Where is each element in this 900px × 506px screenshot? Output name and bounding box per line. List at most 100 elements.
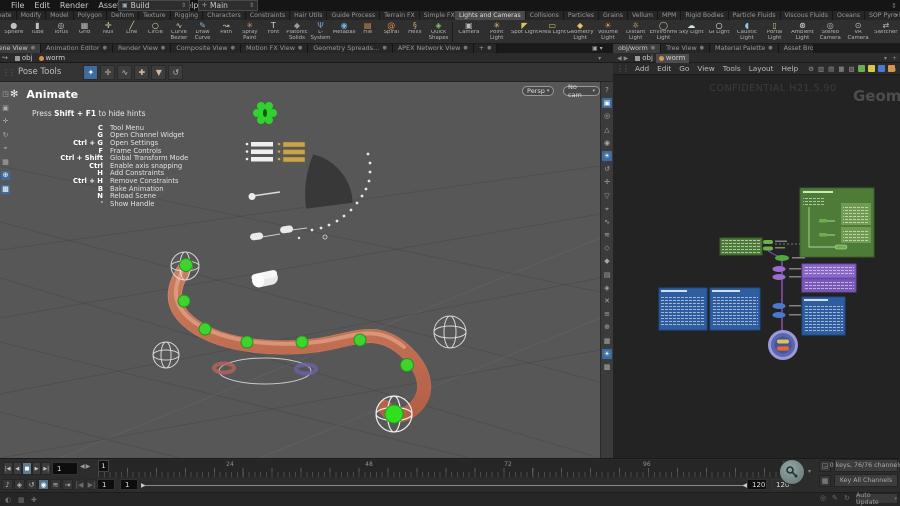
shelf-tool[interactable]: ▯ Portal Light [761,20,789,44]
shelf-tool[interactable]: ○ GI Light [705,20,733,44]
shelf-tool[interactable]: ▮ Tube [26,20,50,44]
shelf-tool[interactable]: ◯ Environment Light [650,20,678,44]
shelf-tool[interactable]: ▣ Camera [455,20,483,44]
breadcrumb-root[interactable]: obj [632,54,656,63]
sticky-note-purple[interactable] [802,264,856,292]
sticky-note-blue-3[interactable] [802,297,845,335]
shelf-tab[interactable]: Hair Utils [290,11,327,20]
viewport-tool-icon[interactable]: ▣ [1,104,10,113]
sticky-note-blue-2[interactable] [710,288,760,330]
shelf-tool[interactable]: ✎ Draw Curve [191,20,215,44]
sticky-note-green-small[interactable] [720,238,762,255]
viewport-tool-icon[interactable]: ⊕ [1,171,10,180]
shelf-tab[interactable]: Particle Fluids [729,11,781,20]
network-menu-item[interactable]: Add [631,64,653,73]
playback-option-button[interactable]: ◉ [38,479,49,490]
playback-option-button[interactable]: ⇥ [62,479,73,490]
pane-tab[interactable]: Tree View● [661,44,710,53]
shelf-tool[interactable]: ◤ Spot Light [511,20,539,44]
pane-tab-close-icon[interactable]: ● [463,45,467,51]
shelf-tool[interactable]: ○ Circle [144,20,168,44]
shelf-tab[interactable]: MPM [658,11,681,20]
memory-icon[interactable]: ◎ [820,494,826,502]
auto-update-selector[interactable]: Auto Update▾ [855,493,898,504]
status-icon[interactable]: ▦ [18,496,25,504]
shelf-tool[interactable]: ◖ Caustic Light [733,20,761,44]
transport-button[interactable]: ▶ [32,462,42,475]
persp-view-button[interactable]: Persp▾ [522,86,554,96]
status-icon[interactable]: ✚ [31,496,37,504]
path-caret-icon[interactable]: ▾ [598,55,601,62]
shelf-tool[interactable]: ⊛ Ambient Light [789,20,817,44]
viewport-display-icon[interactable]: ✕ [602,296,612,306]
network-search-icon[interactable]: ⌕ [893,65,897,75]
pane-menu-icon[interactable]: ▣ ▾ [592,45,603,52]
network-toolbar-icon[interactable]: ▥ [816,65,826,73]
viewport-display-icon[interactable]: ⊕ [602,322,612,332]
breadcrumb-node[interactable]: worm [36,54,69,63]
shelf-tab[interactable]: Create [0,11,17,20]
network-canvas[interactable]: CONFIDENTIAL H21.5.90 Geometry [613,75,900,458]
shelf-tool[interactable]: ╱ Line [120,20,144,44]
viewport-tool-icon[interactable]: ✛ [1,117,10,126]
capsule-prop[interactable] [251,269,279,288]
network-toolbar-icon[interactable]: ⚙ [806,65,816,73]
viewport-display-icon[interactable]: ▽ [602,191,612,201]
viewport-display-icon[interactable]: ◎ [602,111,612,121]
current-frame-field[interactable]: 1 [52,462,78,475]
shelf-tool[interactable]: ↝ Path [214,20,238,44]
network-toolbar-icon[interactable]: ▦ [836,65,846,73]
message-log-icon[interactable]: ✎ [832,494,838,502]
pane-tab[interactable]: Asset Browser● [779,44,813,53]
frame-spinner-icons[interactable]: ◀▶ [80,463,91,470]
viewport-display-icon[interactable]: ▦ [602,336,612,346]
shelf-tab[interactable]: Model [46,11,74,20]
shelf-tab[interactable]: Rigging [171,11,203,20]
rotate-gimbal-left[interactable] [153,342,179,368]
viewport-tool-icon[interactable]: ⌖ [1,144,10,153]
shelf-tab[interactable]: Lights and Cameras [455,11,526,20]
shelf-tab[interactable]: Oceans [833,11,865,20]
viewport-display-icon[interactable]: ◇ [602,243,612,253]
shelf-tool[interactable]: ✳ Point Light [483,20,511,44]
pose-tool-button[interactable]: ✚ [134,65,149,80]
breadcrumb-root[interactable]: obj [12,54,36,63]
viewport-display-icon[interactable]: ✛ [602,177,612,187]
network-menu-item[interactable]: View [693,64,718,73]
playback-option-button[interactable]: ♪ [2,479,13,490]
shelf-tool[interactable]: ⇄ Switcher [872,20,900,44]
pane-tab[interactable]: Render View● [113,44,171,53]
rotate-gimbal-right[interactable] [434,316,466,348]
shelf-tab[interactable]: Polygon [74,11,107,20]
nav-back-icon[interactable]: ◀ [617,55,622,62]
network-menu-item[interactable]: Tools [719,64,745,73]
playback-option-button[interactable]: ↺ [26,479,37,490]
shelf-tool[interactable]: ▭ Area Light [538,20,566,44]
pane-tab-close-icon[interactable]: ● [231,45,235,51]
shelf-overflow-caret-icon[interactable]: ▾ [895,12,898,19]
viewport-display-icon[interactable]: ▤ [602,270,612,280]
shelf-tab[interactable]: Terrain FX [380,11,420,20]
shelf-tool[interactable]: ▦ Grid [73,20,97,44]
shelf-tab[interactable]: Constraints [246,11,290,20]
transport-button[interactable]: ■ [22,462,32,475]
viewport-tool-icon[interactable]: ↻ [1,131,10,140]
breadcrumb-node[interactable]: worm [656,54,689,63]
shelf-tab[interactable]: Vellum [628,11,658,20]
pane-tab-close-icon[interactable]: ● [382,45,386,51]
recook-icon[interactable]: ↻ [844,494,850,502]
menu-item[interactable]: File [6,1,29,10]
path-caret-icon[interactable]: ▾ [884,55,887,62]
pane-tab[interactable]: Material Palette● [710,44,779,53]
shelf-tool[interactable]: ▤ File [356,20,380,44]
sticky-note-green-large[interactable] [800,188,874,257]
shelf-tab[interactable]: Viscous Fluids [781,11,833,20]
pose-tool-button[interactable]: ✛ [100,65,115,80]
viewport-display-icon[interactable]: ☀ [602,151,612,161]
shelf-tool[interactable]: ◎ Stereo Camera [816,20,844,44]
pane-tab-close-icon[interactable]: ● [161,45,165,51]
pane-drag-handle[interactable]: ⋮⋮ [616,64,628,73]
shelf-tab[interactable]: Guide Process [327,11,380,20]
pane-tab-close-icon[interactable]: ● [103,45,107,51]
shelf-tool[interactable]: ● Sphere [2,20,26,44]
